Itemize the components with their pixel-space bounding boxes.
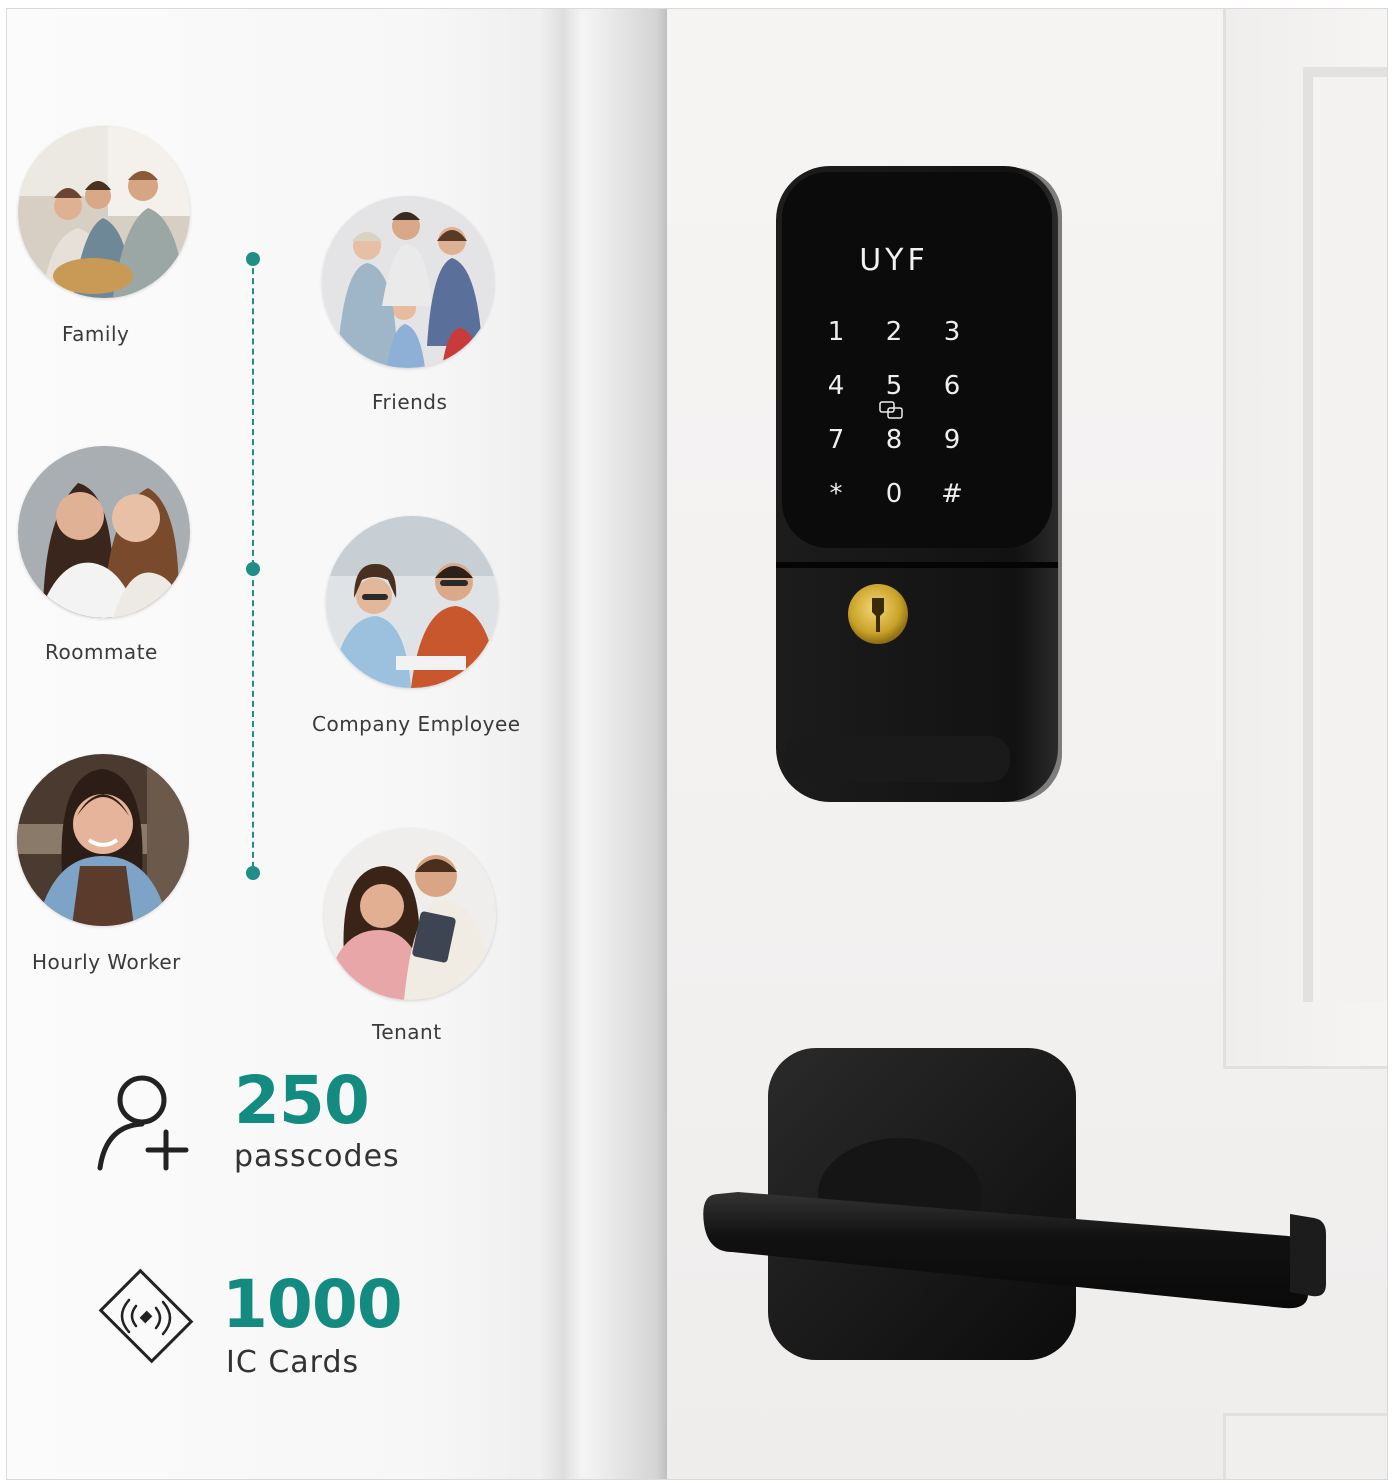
keypad-key: # [941,479,963,509]
timeline-dot [246,866,260,880]
keypad-key: 1 [828,317,845,347]
smart-lock: UYF 1 2 3 4 5 6 7 8 9 * 0 # [776,166,1062,802]
keypad-key: 4 [828,371,845,401]
people-label: Roommate [45,640,158,664]
roommate-photo [18,446,190,618]
keypad-key: 0 [886,479,903,509]
tenant-photo [324,828,496,1000]
keypad-key: 2 [886,317,903,347]
passcode-count: 250 [234,1062,370,1139]
door-frame [537,9,667,1479]
keypad-key: 3 [944,317,961,347]
keypad-key: 8 [886,425,903,455]
card-label: IC Cards [226,1345,360,1380]
passcode-label: passcodes [234,1139,400,1174]
friends-photo [322,196,494,368]
keypad-key: 7 [828,425,845,455]
family-photo [18,126,190,298]
company-employee-photo [326,516,498,688]
door-panel-lower [1223,1413,1387,1479]
people-label: Family [62,322,130,346]
door-lever-handle [703,1048,1326,1360]
keypad-key: 6 [944,371,961,401]
keypad-key: 9 [944,425,961,455]
people-label: Tenant [372,1020,442,1044]
people-label: Company Employee [312,712,521,736]
timeline-dot [246,252,260,266]
add-user-icon [97,1075,189,1171]
people-label: Hourly Worker [32,950,181,974]
keypad-key: * [830,479,843,509]
keypad-key: 5 [886,371,903,401]
timeline-dot [246,562,260,576]
card-count: 1000 [222,1266,403,1343]
door-panel-molding [1303,67,1387,1002]
lock-brand: UYF [859,243,929,278]
people-label: Friends [372,390,448,414]
rfid-card-icon [98,1268,194,1364]
hourly-worker-photo [17,754,189,926]
